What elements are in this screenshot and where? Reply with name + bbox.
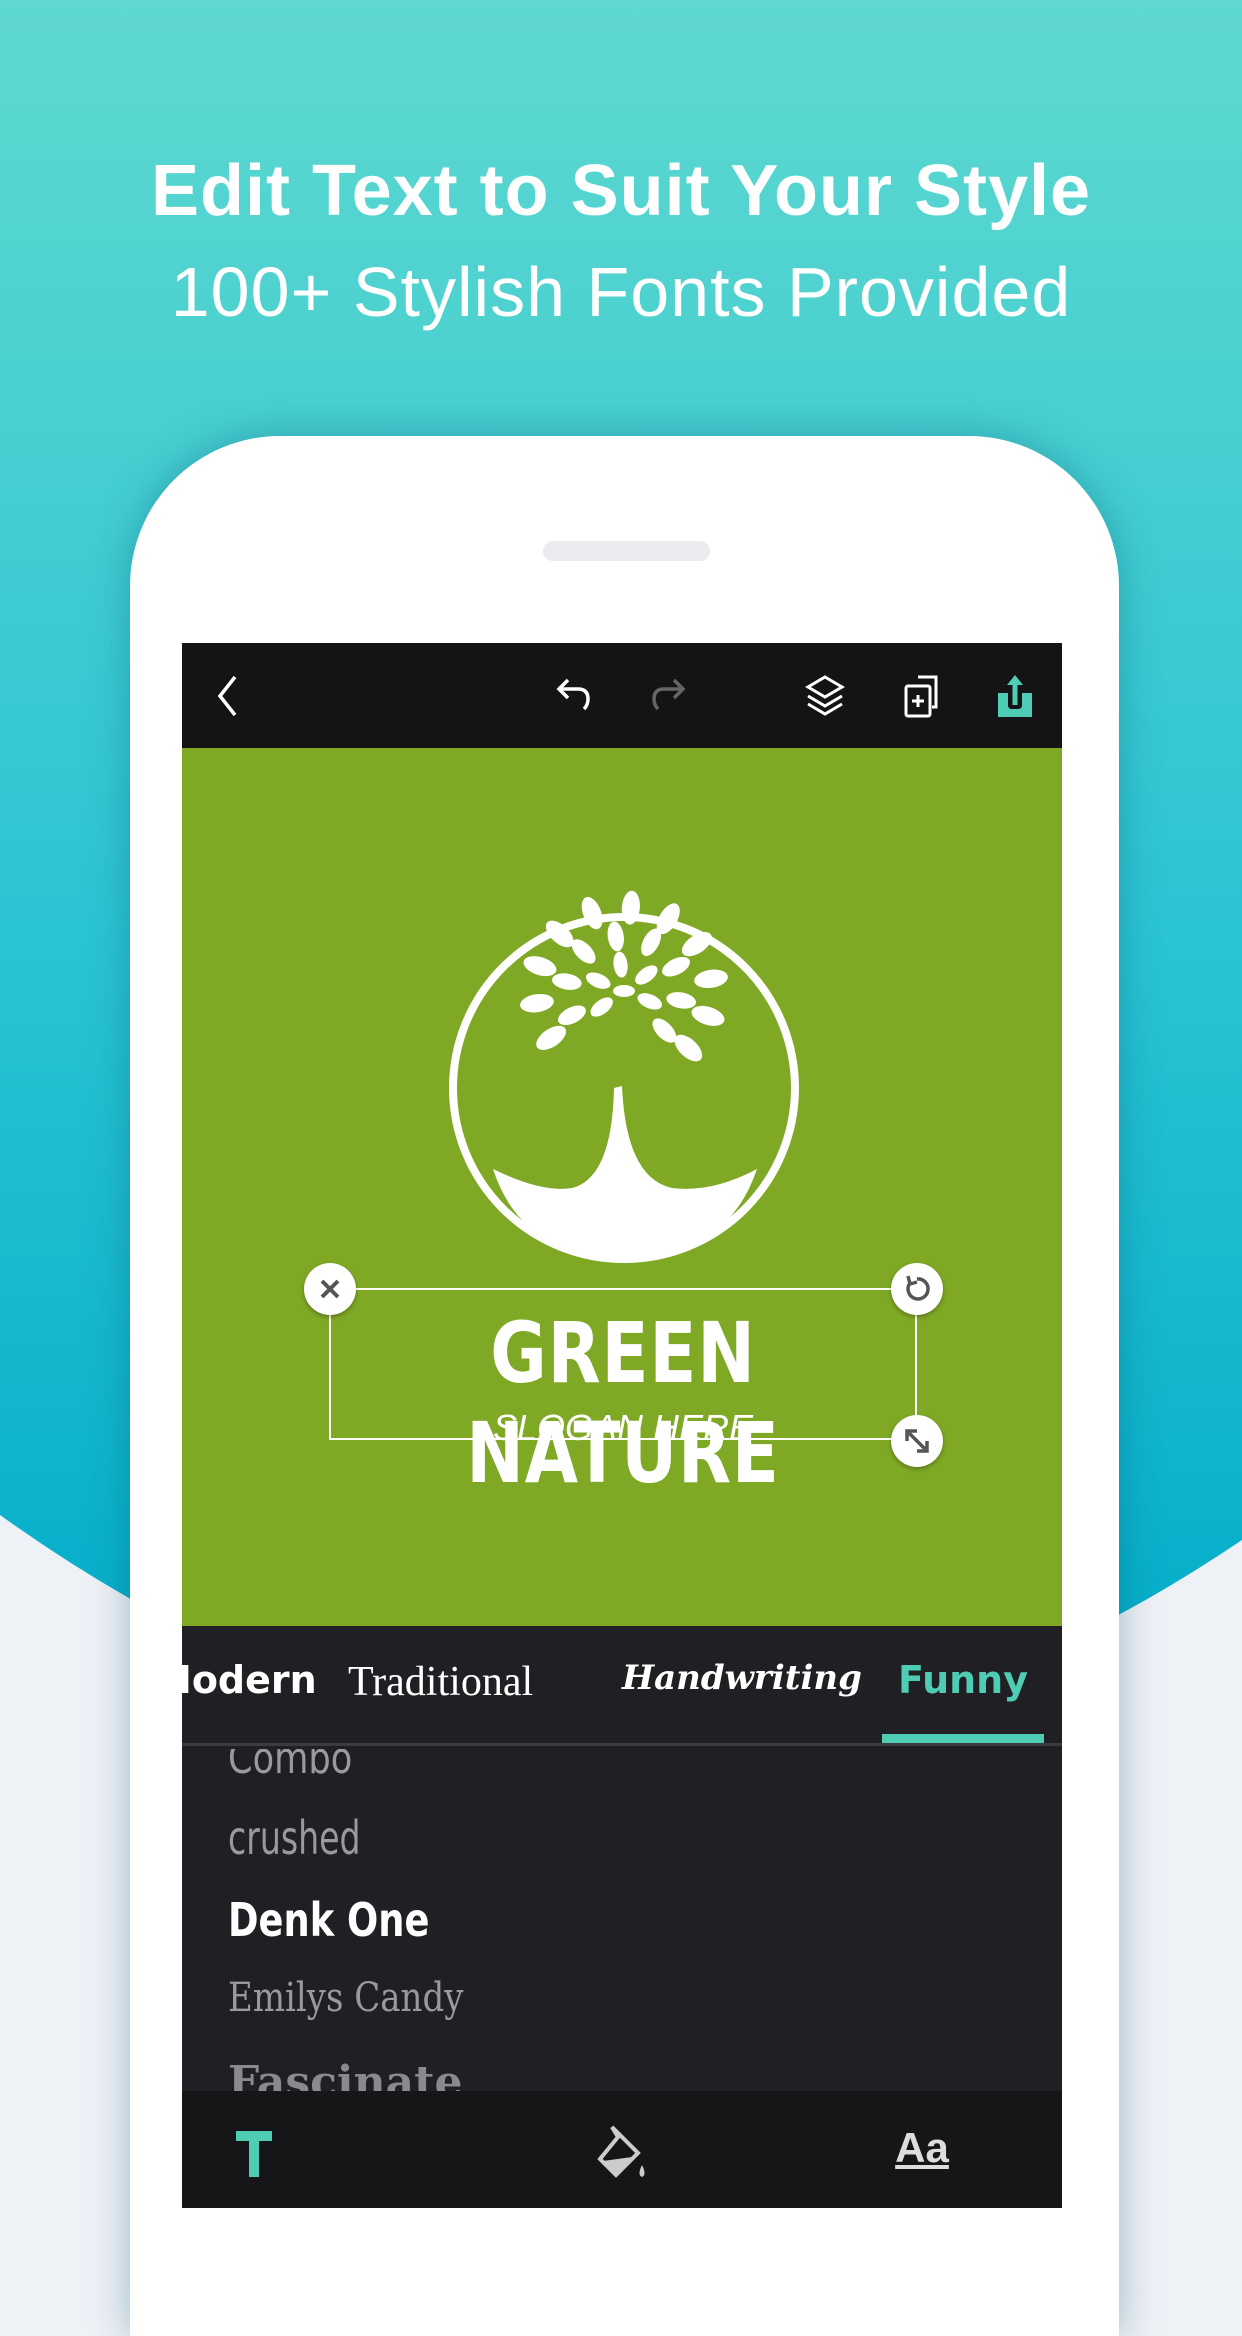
tab-traditional[interactable]: Traditional — [348, 1658, 533, 1706]
rotate-handle[interactable] — [891, 1263, 943, 1315]
close-icon — [320, 1279, 340, 1299]
tab-modern[interactable]: Modern — [182, 1658, 317, 1702]
font-item-fascinate[interactable]: Fascinate — [228, 2057, 462, 2091]
font-item-emilys-candy[interactable]: Emilys Candy — [228, 1975, 463, 2021]
tab-handwriting[interactable]: Handwriting — [622, 1658, 862, 1698]
top-toolbar — [182, 643, 1062, 748]
resize-icon — [905, 1429, 929, 1453]
promo-subheadline: 100+ Stylish Fonts Provided — [170, 253, 1072, 331]
leaf-shape — [536, 1025, 567, 1050]
phone-speaker — [543, 541, 710, 561]
paint-bucket-icon[interactable] — [582, 2111, 662, 2191]
back-icon[interactable] — [202, 669, 256, 723]
font-list[interactable]: Combo Crushed Denk One Emilys Candy Fasc… — [182, 1749, 1062, 2091]
font-item-crushed[interactable]: Crushed — [228, 1811, 360, 1865]
resize-handle[interactable] — [891, 1415, 943, 1467]
canvas-title-text[interactable]: GREEN NATURE — [384, 1303, 861, 1503]
layers-icon[interactable] — [798, 669, 852, 723]
bottom-navigation: Aa — [182, 2091, 1062, 2208]
font-category-tabs: Modern Traditional Handwriting Funny — [182, 1626, 1062, 1746]
design-canvas[interactable]: GREEN NATURE SLOGAN HERE — [182, 748, 1062, 1626]
leaf-shape — [662, 956, 690, 977]
leaf-shape — [691, 1005, 725, 1026]
font-item-denk-one[interactable]: Denk One — [228, 1893, 429, 1947]
app-screen: GREEN NATURE SLOGAN HERE Modern Traditio… — [182, 643, 1062, 2208]
leaf-shape — [520, 993, 554, 1013]
leaf-shape — [635, 965, 658, 985]
leaf-shape — [585, 972, 611, 989]
font-icon[interactable]: Aa — [882, 2111, 962, 2191]
leaf-shape — [607, 921, 624, 952]
tab-selected-indicator — [882, 1734, 1044, 1743]
canvas-slogan-text[interactable]: SLOGAN HERE — [332, 1408, 914, 1448]
leaf-shape — [558, 1005, 586, 1026]
redo-icon[interactable] — [642, 669, 696, 723]
undo-icon[interactable] — [546, 669, 600, 723]
duplicate-icon[interactable] — [894, 669, 948, 723]
leaf-shape — [523, 956, 557, 977]
leaf-shape — [666, 992, 696, 1009]
leaf-shape — [637, 993, 663, 1010]
leaf-shape — [613, 951, 628, 978]
leaf-shape — [581, 896, 603, 930]
leaf-shape — [694, 969, 728, 989]
font-item-combo[interactable]: Combo — [228, 1749, 352, 1784]
leaf-shape — [613, 985, 635, 997]
leaf-shape — [590, 997, 613, 1017]
text-icon[interactable] — [214, 2111, 294, 2191]
tree-leaves — [520, 890, 728, 1062]
leaf-shape — [552, 973, 582, 990]
share-icon[interactable] — [988, 669, 1042, 723]
promo-headline: Edit Text to Suit Your Style — [150, 151, 1092, 231]
rotate-icon — [906, 1275, 930, 1301]
tab-funny[interactable]: Funny — [898, 1658, 1028, 1702]
delete-handle[interactable] — [304, 1263, 356, 1315]
